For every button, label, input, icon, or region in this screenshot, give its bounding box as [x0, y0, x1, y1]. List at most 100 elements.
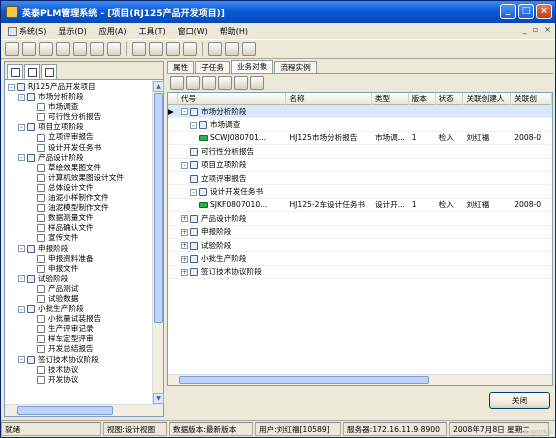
- tool-refresh-icon[interactable]: [208, 42, 222, 56]
- scroll-thumb[interactable]: [17, 406, 113, 415]
- tree-horizontal-scrollbar[interactable]: [5, 404, 163, 416]
- tree-node[interactable]: 产品测试: [5, 284, 153, 294]
- tree-node[interactable]: 油泥小样制作文件: [5, 193, 153, 203]
- table-row[interactable]: + 申报阶段: [168, 226, 552, 239]
- expand-toggle-icon[interactable]: -: [18, 356, 25, 364]
- tree-node[interactable]: 总体设计文件: [5, 183, 153, 193]
- expand-toggle-icon[interactable]: -: [189, 188, 197, 196]
- tree-node[interactable]: 开发协议: [5, 375, 153, 385]
- tree-node[interactable]: 计算机效果图设计文件: [5, 173, 153, 183]
- tree-toggle-icon[interactable]: [186, 75, 200, 90]
- tree-node[interactable]: - 市场分析阶段: [5, 92, 153, 102]
- tree-node[interactable]: - 项目立项阶段: [5, 122, 153, 132]
- tool-chart-icon[interactable]: [149, 42, 163, 56]
- close-button[interactable]: 关闭: [489, 392, 550, 409]
- edit-icon[interactable]: [234, 75, 248, 90]
- mdi-close-icon[interactable]: ×: [544, 25, 551, 34]
- column-header-name[interactable]: 名称: [286, 93, 372, 105]
- folder-icon[interactable]: [218, 75, 232, 90]
- mdi-minimize-icon[interactable]: _: [523, 25, 527, 34]
- tree-vertical-scrollbar[interactable]: ▲ ▼: [152, 81, 164, 404]
- tree-node[interactable]: 小批量试装报告: [5, 314, 153, 324]
- scroll-thumb[interactable]: [154, 93, 163, 323]
- tool-folder-icon[interactable]: [56, 42, 70, 56]
- copy-icon[interactable]: [202, 75, 216, 90]
- table-row[interactable]: SJKF0807010... HJ125-2车设计任务书 设计开... 1 检入 刘红福 2…: [168, 199, 552, 213]
- title-bar[interactable]: 英泰PLM管理系统 - [项目(RJ125产品开发项目)] _ □ ×: [1, 1, 555, 23]
- tree-node[interactable]: 生产评审记录: [5, 324, 153, 334]
- tree-node[interactable]: - 签订技术协议阶段: [5, 355, 153, 365]
- tree-node[interactable]: 油泥模型制作文件: [5, 203, 153, 213]
- expand-toggle-icon[interactable]: -: [180, 161, 188, 169]
- maximize-button[interactable]: □: [518, 4, 534, 19]
- tool-report-icon[interactable]: [166, 42, 180, 56]
- menu-window[interactable]: 窗口(W): [173, 24, 213, 38]
- back-arrow-icon[interactable]: [225, 42, 239, 56]
- grid-horizontal-scrollbar[interactable]: [168, 374, 552, 385]
- tab-subtasks[interactable]: 子任务: [195, 61, 230, 73]
- tree-node[interactable]: 样车定型评审: [5, 334, 153, 344]
- tree-node[interactable]: 试验数据: [5, 294, 153, 304]
- tree-node[interactable]: - 小批生产阶段: [5, 304, 153, 314]
- table-row[interactable]: - 项目立项阶段: [168, 159, 552, 172]
- tab-list-view[interactable]: [24, 64, 40, 79]
- tool-user-icon[interactable]: [107, 42, 121, 56]
- column-header-state[interactable]: 状态: [436, 93, 464, 105]
- expand-toggle-icon[interactable]: -: [18, 275, 25, 283]
- tool-open-icon[interactable]: [22, 42, 36, 56]
- expand-toggle-icon[interactable]: -: [18, 123, 25, 131]
- column-header-created[interactable]: 关联创: [511, 93, 552, 105]
- tree-node[interactable]: 开发总结报告: [5, 344, 153, 354]
- tool-grid-icon[interactable]: [90, 42, 104, 56]
- forward-arrow-icon[interactable]: [242, 42, 256, 56]
- scroll-thumb[interactable]: [179, 376, 429, 384]
- column-header-version[interactable]: 版本: [409, 93, 436, 105]
- table-row[interactable]: 立项评审报告: [168, 172, 552, 186]
- tree-node[interactable]: 数据测量文件: [5, 213, 153, 223]
- tree-node[interactable]: - RJ125产品开发项目: [5, 82, 153, 92]
- expand-toggle-icon[interactable]: -: [180, 108, 188, 116]
- tree-node[interactable]: 样品确认文件: [5, 223, 153, 233]
- scroll-up-icon[interactable]: ▲: [153, 81, 164, 92]
- tree-node[interactable]: 宣传文件: [5, 233, 153, 243]
- tree-node[interactable]: 市场调查: [5, 102, 153, 112]
- expand-toggle-icon[interactable]: +: [180, 228, 188, 236]
- tool-new-icon[interactable]: [5, 42, 19, 56]
- tool-checkin-icon[interactable]: [132, 42, 146, 56]
- column-header-code[interactable]: 代号: [178, 93, 287, 105]
- tree-node[interactable]: - 试验阶段: [5, 274, 153, 284]
- table-row[interactable]: - 设计开发任务书: [168, 185, 552, 199]
- table-row[interactable]: + 产品设计阶段: [168, 212, 552, 226]
- menu-display[interactable]: 显示(D): [53, 24, 91, 38]
- tree-node[interactable]: 申报资料准备: [5, 254, 153, 264]
- tree-node[interactable]: - 产品设计阶段: [5, 153, 153, 163]
- tab-tree-view[interactable]: [7, 64, 23, 79]
- tree-node[interactable]: 立项评审报告: [5, 132, 153, 142]
- tree-node[interactable]: 申报文件: [5, 264, 153, 274]
- expand-toggle-icon[interactable]: -: [18, 305, 25, 313]
- expand-toggle-icon[interactable]: -: [18, 245, 25, 253]
- add-object-icon[interactable]: [170, 75, 184, 90]
- scroll-down-icon[interactable]: ▼: [153, 393, 164, 404]
- table-row[interactable]: ▶ - 市场分析阶段: [168, 105, 552, 119]
- menu-system[interactable]: 系统(S): [3, 24, 51, 38]
- mdi-restore-icon[interactable]: ▫: [533, 25, 538, 34]
- expand-toggle-icon[interactable]: -: [189, 121, 197, 129]
- expand-toggle-icon[interactable]: +: [180, 268, 188, 276]
- tree-node[interactable]: 设计开发任务书: [5, 143, 153, 153]
- tab-process-instances[interactable]: 流程实例: [274, 61, 317, 73]
- tab-business-objects[interactable]: 业务对象: [230, 60, 274, 73]
- column-header-type[interactable]: 类型: [372, 93, 409, 105]
- window-icon[interactable]: [250, 75, 264, 90]
- menu-apply[interactable]: 应用(A): [94, 24, 132, 38]
- tool-find-icon[interactable]: [183, 42, 197, 56]
- tree-node[interactable]: 技术协议: [5, 365, 153, 375]
- column-header-creator[interactable]: 关联创建人: [463, 93, 512, 105]
- menu-tools[interactable]: 工具(T): [133, 24, 170, 38]
- expand-toggle-icon[interactable]: -: [18, 154, 25, 162]
- expand-toggle-icon[interactable]: -: [8, 83, 15, 91]
- expand-toggle-icon[interactable]: -: [18, 93, 25, 101]
- tree-node[interactable]: - 申报阶段: [5, 244, 153, 254]
- table-row[interactable]: 可行性分析报告: [168, 145, 552, 159]
- expand-toggle-icon[interactable]: +: [180, 242, 188, 250]
